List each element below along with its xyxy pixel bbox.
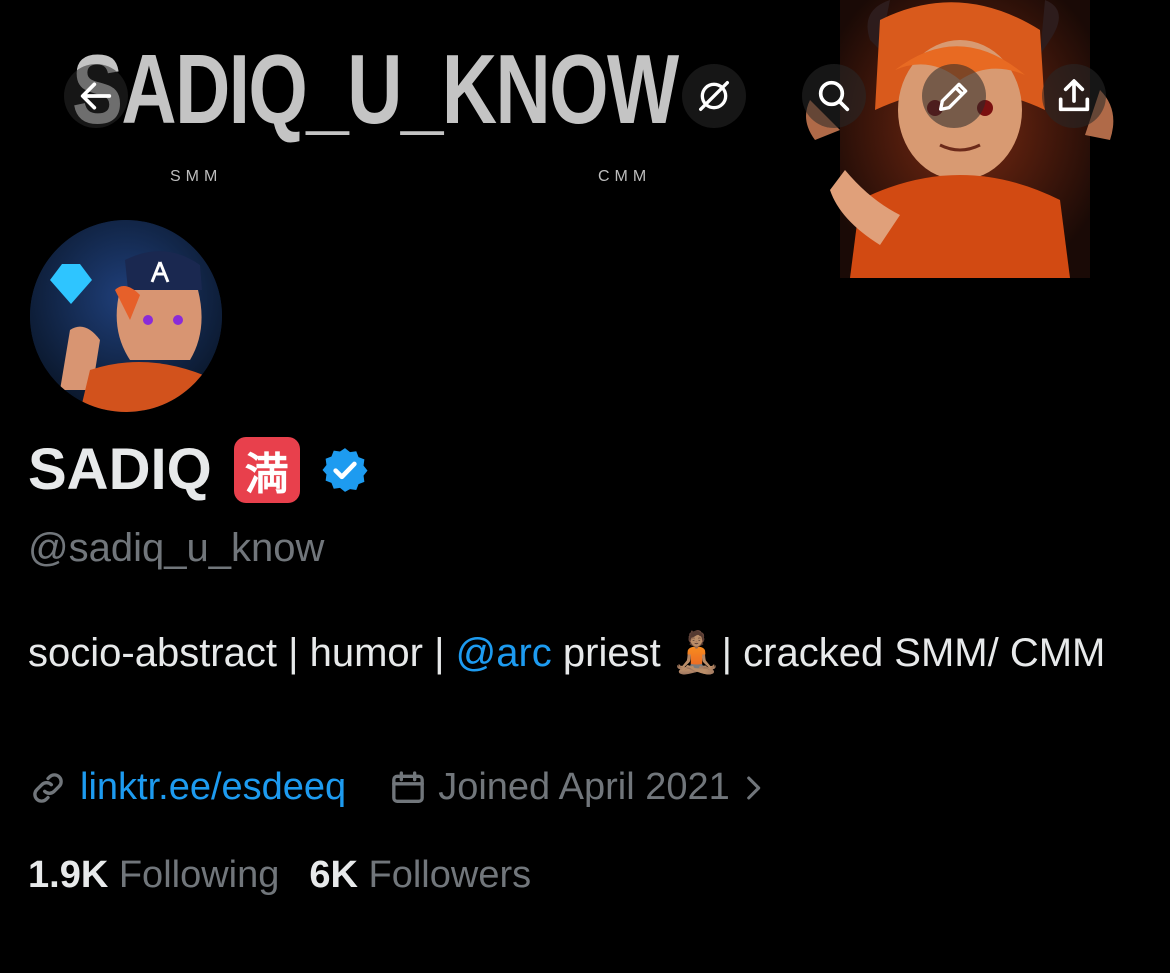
back-button[interactable] bbox=[64, 64, 128, 128]
profile-name: SADIQ bbox=[28, 437, 212, 502]
followers-stat[interactable]: 6K Followers bbox=[309, 854, 531, 897]
bio-text-end: priest 🧘🏽| cracked SMM/ CMM bbox=[551, 631, 1106, 675]
search-icon bbox=[818, 80, 850, 112]
chevron-right-icon bbox=[746, 776, 760, 799]
profile-handle: @sadiq_u_know bbox=[28, 526, 325, 570]
banner-character-art bbox=[800, 0, 1130, 278]
banner-subtitle-right: CMM bbox=[598, 168, 652, 185]
grok-button[interactable] bbox=[682, 64, 746, 128]
following-count: 1.9K bbox=[28, 854, 109, 896]
followers-count: 6K bbox=[309, 854, 358, 896]
calendar-icon bbox=[392, 770, 425, 803]
verified-badge-icon[interactable] bbox=[320, 445, 370, 495]
name-emoji: 満 bbox=[233, 436, 300, 503]
avatar[interactable] bbox=[26, 216, 226, 416]
joined-date-button[interactable]: Joined April 2021 bbox=[388, 766, 770, 809]
followers-label: Followers bbox=[368, 854, 532, 896]
profile-bio: socio-abstract | humor | @arc priest 🧘🏽|… bbox=[28, 622, 1148, 684]
edit-button[interactable] bbox=[922, 64, 986, 128]
bio-mention-link[interactable]: @arc bbox=[456, 631, 552, 675]
arrow-left-icon bbox=[80, 82, 112, 110]
banner-subtitle-left: SMM bbox=[170, 168, 223, 185]
grok-icon bbox=[699, 81, 729, 112]
profile-website-link[interactable]: linktr.ee/esdeeq bbox=[80, 766, 346, 809]
pencil-icon bbox=[939, 82, 968, 112]
follow-stats: 1.9K Following 6K Followers bbox=[28, 854, 531, 897]
link-icon bbox=[33, 772, 63, 803]
banner-title: SADIQ_U_KNOW bbox=[72, 34, 679, 144]
following-stat[interactable]: 1.9K Following bbox=[28, 854, 279, 897]
search-button[interactable] bbox=[802, 64, 866, 128]
profile-name-row: SADIQ 満 bbox=[28, 436, 370, 503]
share-button[interactable] bbox=[1042, 64, 1106, 128]
profile-meta: linktr.ee/esdeeq Joined April 2021 bbox=[28, 766, 770, 809]
share-icon bbox=[1058, 79, 1090, 112]
following-label: Following bbox=[118, 854, 280, 896]
joined-date: Joined April 2021 bbox=[438, 766, 730, 808]
bio-text-start: socio-abstract | humor | bbox=[28, 631, 456, 675]
